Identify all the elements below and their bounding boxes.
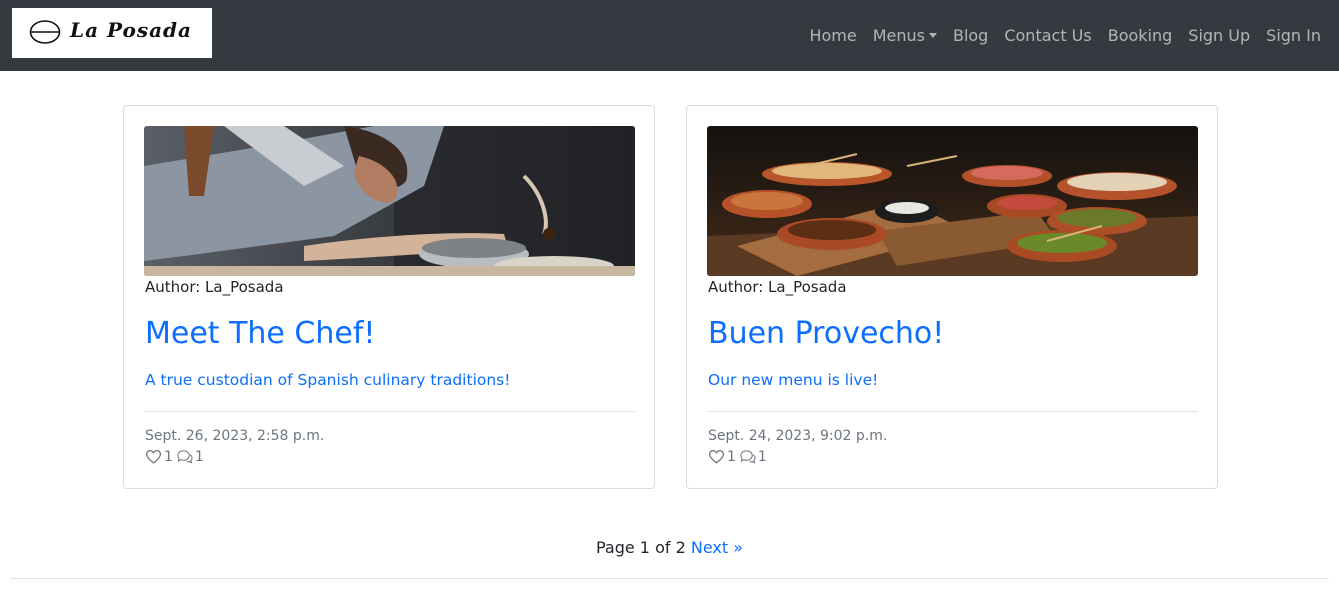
- nav-sign-in[interactable]: Sign In: [1258, 26, 1339, 45]
- post-stats: 1 1: [145, 448, 207, 465]
- nav-contact-label: Contact Us: [1004, 26, 1092, 45]
- comments-count: 1: [194, 448, 204, 465]
- page-status: Page 1 of 2: [595, 538, 686, 557]
- brand-name: La Posada: [70, 18, 192, 42]
- heart-icon: [708, 450, 725, 464]
- post-author: Author: La_Posada: [708, 278, 847, 296]
- chef-photo-icon: [144, 126, 635, 276]
- nav-blog[interactable]: Blog: [945, 26, 996, 45]
- likes-count: 1: [727, 448, 736, 465]
- post-card: Author: La_Posada Buen Provecho! Our new…: [686, 105, 1218, 489]
- post-title-link[interactable]: Meet The Chef!: [145, 316, 375, 351]
- nav-menus-dropdown[interactable]: Menus: [865, 26, 945, 45]
- logo-oval-icon: [29, 20, 61, 44]
- brand-logo[interactable]: La Posada: [12, 8, 212, 58]
- post-date: Sept. 24, 2023, 9:02 p.m.: [708, 428, 888, 444]
- nav-home[interactable]: Home: [801, 26, 864, 45]
- comments-icon: [177, 450, 193, 464]
- nav-sign-up[interactable]: Sign Up: [1180, 26, 1258, 45]
- nav-booking-label: Booking: [1107, 26, 1173, 45]
- footer-divider: [10, 578, 1329, 579]
- post-image-tapas[interactable]: [707, 126, 1198, 276]
- pagination: Page 1 of 2 Next »: [0, 538, 1339, 557]
- nav-home-label: Home: [809, 26, 857, 45]
- nav-signin-label: Sign In: [1266, 26, 1321, 45]
- post-card: Author: La_Posada Meet The Chef! A true …: [123, 105, 655, 489]
- card-divider: [707, 411, 1198, 412]
- card-divider: [144, 411, 635, 412]
- post-excerpt-link[interactable]: Our new menu is live!: [708, 371, 878, 389]
- navbar: La Posada Home Menus Blog Contact Us Boo…: [0, 0, 1339, 71]
- post-stats: 1 1: [708, 448, 770, 465]
- nav-contact-us[interactable]: Contact Us: [996, 26, 1099, 45]
- post-date: Sept. 26, 2023, 2:58 p.m.: [145, 428, 325, 444]
- heart-icon: [145, 450, 162, 464]
- likes-count: 1: [164, 448, 173, 465]
- next-page-link[interactable]: Next »: [691, 538, 743, 557]
- nav-booking[interactable]: Booking: [1100, 26, 1181, 45]
- post-author: Author: La_Posada: [145, 278, 284, 296]
- nav-signup-label: Sign Up: [1188, 26, 1251, 45]
- comments-icon: [740, 450, 756, 464]
- main-nav: Home Menus Blog Contact Us Booking Sign …: [801, 0, 1339, 71]
- comments-count: 1: [757, 448, 767, 465]
- post-title-link[interactable]: Buen Provecho!: [708, 316, 944, 351]
- post-excerpt-link[interactable]: A true custodian of Spanish culinary tra…: [145, 371, 510, 389]
- post-image-chef[interactable]: [144, 126, 635, 276]
- tapas-photo-icon: [707, 126, 1198, 276]
- nav-blog-label: Blog: [952, 26, 989, 45]
- caret-down-icon: [928, 33, 937, 38]
- nav-menus-label: Menus: [872, 26, 925, 45]
